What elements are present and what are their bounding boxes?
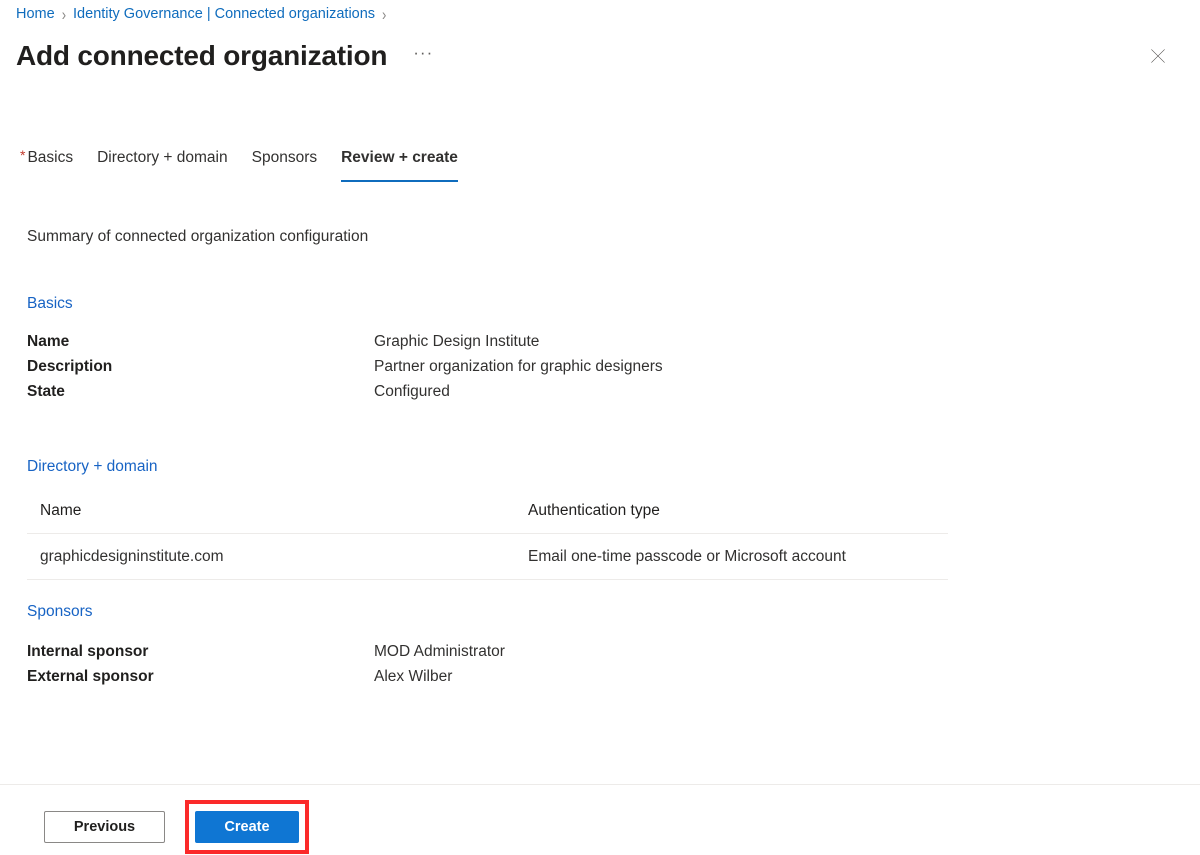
review-content: Summary of connected organization config…	[0, 196, 1200, 785]
basics-label-description: Description	[27, 358, 113, 375]
sponsors-value-internal: MOD Administrator	[374, 643, 505, 660]
breadcrumb-separator-icon: ›	[61, 4, 67, 24]
directory-domain-grid: Name Authentication type graphicdesignin…	[27, 502, 948, 580]
breadcrumb: Home › Identity Governance | Connected o…	[16, 0, 393, 28]
table-row: External sponsor Alex Wilber	[27, 664, 505, 689]
wizard-tabs: * Basics Directory + domain Sponsors Revi…	[16, 146, 470, 186]
basics-value-description: Partner organization for graphic designe…	[374, 358, 663, 375]
sponsors-label-external: External sponsor	[27, 668, 154, 685]
page-title: Add connected organization	[16, 40, 388, 71]
basics-label-state: State	[27, 383, 65, 400]
tab-sponsors-label: Sponsors	[251, 149, 318, 166]
required-asterisk: *	[20, 147, 26, 163]
table-row: Name Graphic Design Institute	[27, 329, 663, 354]
table-row[interactable]: graphicdesigninstitute.com Email one-tim…	[27, 533, 948, 580]
create-button-highlight: Create	[185, 800, 309, 854]
sponsors-value-external: Alex Wilber	[374, 668, 453, 685]
breadcrumb-separator-icon: ›	[382, 4, 387, 24]
tab-review-create[interactable]: Review + create	[329, 146, 470, 182]
table-row: State Configured	[27, 379, 663, 404]
basics-value-name: Graphic Design Institute	[374, 333, 540, 350]
tab-directory-domain-label: Directory + domain	[97, 149, 228, 166]
cell-authentication-type: Email one-time passcode or Microsoft acc…	[515, 533, 948, 580]
sponsors-label-internal: Internal sponsor	[27, 643, 149, 660]
tab-review-create-label: Review + create	[341, 149, 458, 166]
tab-sponsors[interactable]: Sponsors	[240, 146, 329, 182]
close-icon[interactable]	[1143, 41, 1173, 71]
cell-domain-name: graphicdesigninstitute.com	[27, 533, 515, 580]
more-options-icon[interactable]: ···	[409, 42, 437, 70]
tab-basics[interactable]: * Basics	[16, 146, 85, 182]
create-button[interactable]: Create	[195, 811, 299, 843]
section-heading-directory-domain[interactable]: Directory + domain	[27, 458, 158, 476]
summary-text: Summary of connected organization config…	[27, 228, 369, 245]
grid-header-row: Name Authentication type	[27, 502, 948, 534]
title-row: Add connected organization ···	[16, 33, 437, 79]
table-row: Description Partner organization for gra…	[27, 354, 663, 379]
basics-label-name: Name	[27, 333, 70, 350]
section-heading-basics[interactable]: Basics	[27, 295, 73, 313]
previous-button[interactable]: Previous	[44, 811, 165, 843]
basics-value-state: Configured	[374, 383, 450, 400]
column-header-authentication-type[interactable]: Authentication type	[515, 502, 948, 534]
breadcrumb-item-identity-governance[interactable]: Identity Governance | Connected organiza…	[73, 6, 375, 22]
sponsors-summary-table: Internal sponsor MOD Administrator Exter…	[27, 639, 505, 689]
wizard-footer: Previous Create	[0, 784, 1200, 855]
section-heading-sponsors[interactable]: Sponsors	[27, 603, 92, 621]
basics-summary-table: Name Graphic Design Institute Descriptio…	[27, 329, 663, 404]
column-header-name[interactable]: Name	[27, 502, 515, 534]
table-row: Internal sponsor MOD Administrator	[27, 639, 505, 664]
breadcrumb-item-home[interactable]: Home	[16, 6, 55, 22]
tab-basics-label: Basics	[27, 149, 74, 166]
tab-directory-domain[interactable]: Directory + domain	[85, 146, 240, 182]
